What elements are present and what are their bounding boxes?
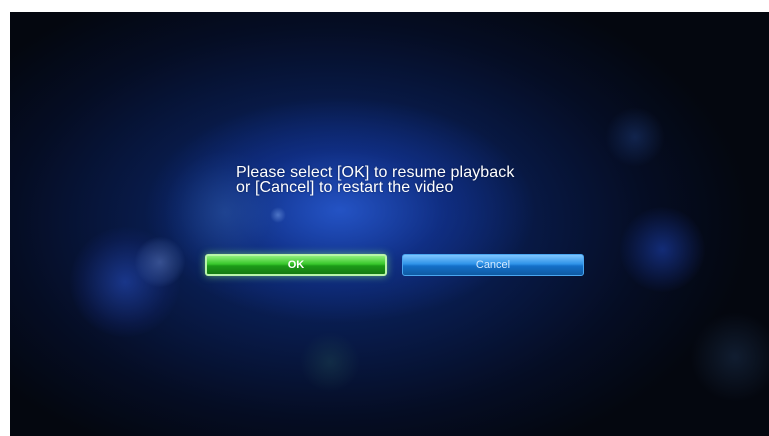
dialog-message-line-2: or [Cancel] to restart the video (236, 179, 454, 196)
dialog-message: Please select [OK] to resume playback or… (236, 164, 515, 196)
background-bokeh (270, 207, 286, 223)
resume-dialog-screen: Please select [OK] to resume playback or… (10, 12, 769, 436)
background-bokeh (605, 107, 665, 167)
background-bokeh (300, 332, 360, 392)
background-bokeh (135, 237, 185, 287)
background-bokeh (70, 227, 180, 337)
background-bokeh (690, 312, 769, 402)
dialog-message-line-1: Please select [OK] to resume playback (236, 164, 515, 181)
cancel-button[interactable]: Cancel (402, 254, 584, 276)
background-bokeh (620, 207, 705, 292)
ok-button[interactable]: OK (205, 254, 387, 276)
